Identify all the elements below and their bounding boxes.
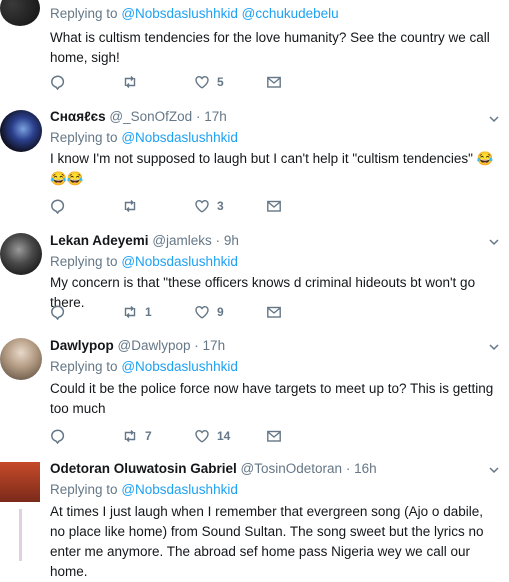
reply-icon [51, 75, 65, 90]
replying-to-label: Replying to [50, 130, 118, 145]
separator-dot: · [215, 233, 221, 248]
tweet-text: At times I just laugh when I remember th… [50, 504, 484, 579]
retweet-button[interactable] [122, 197, 145, 215]
replying-to: Replying to @Nobsdaslushhkid @cchukudebe… [50, 6, 339, 21]
tweet-actions: 1 9 [50, 303, 290, 323]
tweet-text: Could it be the police force now have ta… [50, 381, 494, 416]
replying-to-label: Replying to [50, 482, 118, 497]
replying-to-label: Replying to [50, 359, 118, 374]
like-button[interactable]: 14 [194, 427, 230, 445]
user-handle[interactable]: @Dawlypop [118, 338, 191, 353]
tweet[interactable]: Odetoran Oluwatosin Gabriel @TosinOdetor… [0, 451, 509, 579]
avatar[interactable] [0, 233, 42, 275]
like-button[interactable]: 9 [194, 303, 224, 321]
tweet-header: Cнαяℓєѕ @_SonOfZod · 17h [50, 109, 227, 124]
caret-down-icon[interactable] [489, 342, 499, 352]
caret-down-icon[interactable] [489, 114, 499, 124]
separator-dot: · [195, 109, 201, 124]
tweet[interactable]: Replying to @Nobsdaslushhkid @cchukudebe… [0, 0, 509, 98]
tweet[interactable]: Cнαяℓєѕ @_SonOfZod · 17h Replying to @No… [0, 97, 509, 223]
retweet-count: 7 [145, 429, 152, 443]
like-button[interactable]: 3 [194, 197, 224, 215]
replying-to: Replying to @Nobsdaslushhkid [50, 130, 238, 145]
retweet-button[interactable] [122, 73, 145, 91]
retweet-icon [124, 430, 136, 442]
reply-button[interactable] [50, 303, 66, 321]
message-icon [267, 200, 281, 212]
reply-icon [51, 305, 65, 320]
replying-to: Replying to @Nobsdaslushhkid [50, 359, 238, 374]
like-count: 5 [217, 75, 224, 89]
mention-link[interactable]: @Nobsdaslushhkid [121, 6, 238, 21]
message-button[interactable] [266, 303, 282, 321]
message-button[interactable] [266, 197, 282, 215]
avatar[interactable] [0, 338, 42, 380]
caret-down-icon[interactable] [489, 237, 499, 247]
timestamp[interactable]: 9h [224, 233, 239, 248]
mention-link[interactable]: @Nobsdaslushhkid [121, 130, 238, 145]
retweet-icon [124, 76, 136, 88]
mention-link[interactable]: @Nobsdaslushhkid [121, 359, 238, 374]
timestamp[interactable]: 16h [354, 461, 377, 476]
reply-button[interactable] [50, 73, 66, 91]
replying-to-label: Replying to [50, 254, 118, 269]
replying-to-label: Replying to [50, 6, 118, 21]
reply-icon [51, 199, 65, 214]
user-handle[interactable]: @_SonOfZod [109, 109, 192, 124]
message-icon [267, 306, 281, 318]
tweet-header: Odetoran Oluwatosin Gabriel @TosinOdetor… [50, 461, 377, 476]
message-button[interactable] [266, 73, 282, 91]
caret-down-icon[interactable] [489, 465, 499, 475]
avatar[interactable] [0, 462, 40, 502]
tweet[interactable]: Lekan Adeyemi @jamleks · 9h Replying to … [0, 222, 509, 327]
like-icon [195, 199, 209, 213]
tweet[interactable]: Dawlypop @Dawlypop · 17h Replying to @No… [0, 326, 509, 452]
message-icon [267, 430, 281, 442]
retweet-icon [124, 200, 136, 212]
retweet-icon [124, 306, 136, 318]
display-name[interactable]: Lekan Adeyemi [50, 233, 149, 248]
tweet-actions: 5 [50, 73, 290, 93]
avatar[interactable] [0, 110, 42, 152]
user-handle[interactable]: @TosinOdetoran [241, 461, 343, 476]
tweet-actions: 3 [50, 197, 290, 217]
mention-link[interactable]: @cchukudebelu [242, 6, 339, 21]
reply-button[interactable] [50, 427, 66, 445]
replying-to: Replying to @Nobsdaslushhkid [50, 482, 238, 497]
like-count: 14 [217, 429, 231, 443]
reply-icon [51, 429, 65, 444]
display-name[interactable]: Odetoran Oluwatosin Gabriel [50, 461, 237, 476]
tweet-header: Dawlypop @Dawlypop · 17h [50, 338, 225, 353]
tweet-header: Lekan Adeyemi @jamleks · 9h [50, 233, 239, 248]
tweet-text: What is cultism tendencies for the love … [50, 30, 490, 65]
display-name[interactable]: Dawlypop [50, 338, 114, 353]
message-icon [267, 76, 281, 88]
replying-to: Replying to @Nobsdaslushhkid [50, 254, 238, 269]
retweet-button[interactable]: 1 [122, 303, 152, 321]
like-icon [195, 75, 209, 89]
message-button[interactable] [266, 427, 282, 445]
tweet-text: I know I'm not supposed to laugh but I c… [50, 151, 494, 186]
tweet-actions: 7 14 [50, 427, 290, 447]
thread-line [19, 509, 22, 561]
like-icon [195, 429, 209, 443]
mention-link[interactable]: @Nobsdaslushhkid [121, 482, 238, 497]
like-count: 9 [217, 305, 224, 319]
retweet-count: 1 [145, 305, 152, 319]
like-button[interactable]: 5 [194, 73, 224, 91]
timestamp[interactable]: 17h [204, 109, 227, 124]
retweet-button[interactable]: 7 [122, 427, 152, 445]
user-handle[interactable]: @jamleks [152, 233, 211, 248]
reply-button[interactable] [50, 197, 66, 215]
like-icon [195, 305, 209, 319]
timestamp[interactable]: 17h [203, 338, 226, 353]
avatar[interactable] [0, 0, 40, 26]
like-count: 3 [217, 199, 224, 213]
separator-dot: · [345, 461, 351, 476]
mention-link[interactable]: @Nobsdaslushhkid [121, 254, 238, 269]
separator-dot: · [194, 338, 199, 353]
display-name[interactable]: Cнαяℓєѕ [50, 109, 106, 124]
